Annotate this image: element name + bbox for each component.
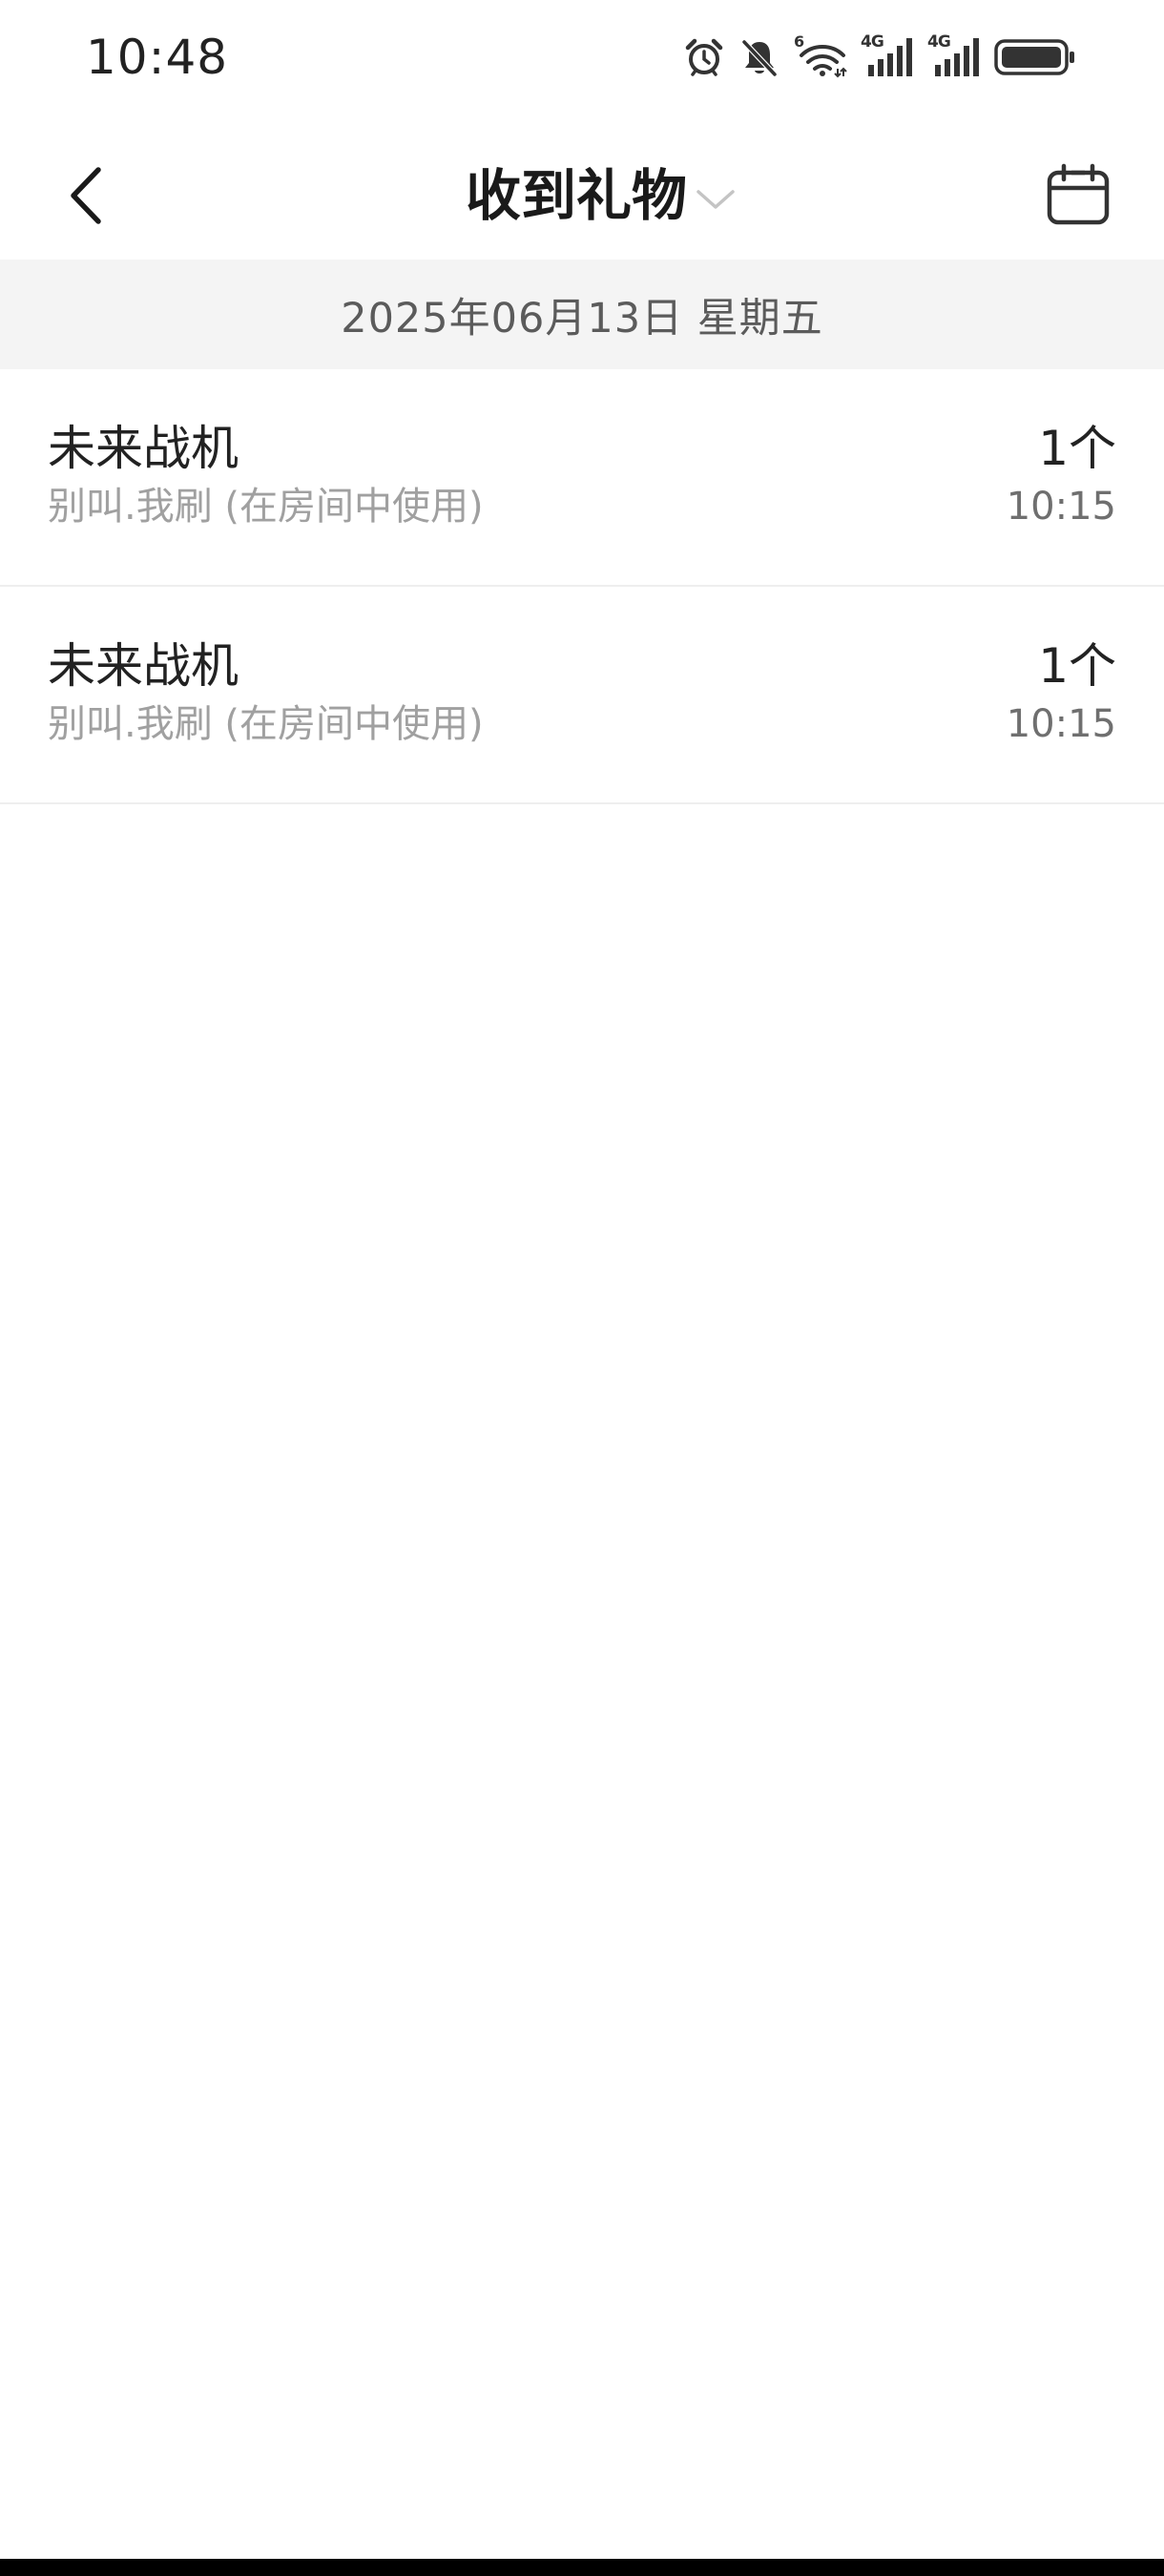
gift-list: 未来战机 别叫.我刷 (在房间中使用) 1个 10:15 未来战机 别叫.我刷 … (0, 369, 1164, 804)
calendar-button[interactable] (1038, 155, 1118, 235)
date-text: 2025年06月13日 星期五 (341, 294, 823, 343)
gift-time: 10:15 (1006, 702, 1116, 746)
network-label: 4G (861, 32, 884, 52)
wifi-label: 6 (794, 32, 805, 51)
gift-received-page: 10:48 6 4G 4G 收到礼物 2025年06月13日 星期五 未来战机 … (0, 0, 1164, 2576)
battery-icon (994, 36, 1076, 78)
mute-bell-icon (738, 36, 780, 78)
list-item[interactable]: 未来战机 别叫.我刷 (在房间中使用) 1个 10:15 (0, 369, 1164, 587)
gift-quantity: 1个 (1038, 421, 1116, 476)
gift-quantity: 1个 (1038, 638, 1116, 694)
calendar-icon (1047, 163, 1110, 225)
network-label: 4G (927, 32, 951, 52)
gift-source: 别叫.我刷 (在房间中使用) (48, 485, 484, 529)
bottom-bar (0, 2559, 1164, 2576)
date-header: 2025年06月13日 星期五 (0, 260, 1164, 369)
nav-bar: 收到礼物 (0, 134, 1164, 258)
gift-name: 未来战机 (48, 421, 239, 476)
gift-name: 未来战机 (48, 638, 239, 694)
status-bar: 10:48 6 4G 4G (0, 0, 1164, 114)
chevron-down-icon (696, 190, 735, 209)
gift-time: 10:15 (1006, 485, 1116, 529)
status-icons: 6 4G 4G (683, 31, 1076, 84)
alarm-icon (683, 36, 725, 78)
signal-4g-icon: 4G (861, 32, 914, 78)
status-time: 10:48 (86, 30, 229, 85)
gift-source: 别叫.我刷 (在房间中使用) (48, 702, 484, 746)
page-title: 收到礼物 (465, 163, 687, 228)
signal-4g-icon: 4G (927, 32, 981, 78)
list-item[interactable]: 未来战机 别叫.我刷 (在房间中使用) 1个 10:15 (0, 587, 1164, 804)
title-dropdown[interactable]: 收到礼物 (0, 134, 1164, 258)
wifi-6-icon: 6 (794, 32, 847, 78)
